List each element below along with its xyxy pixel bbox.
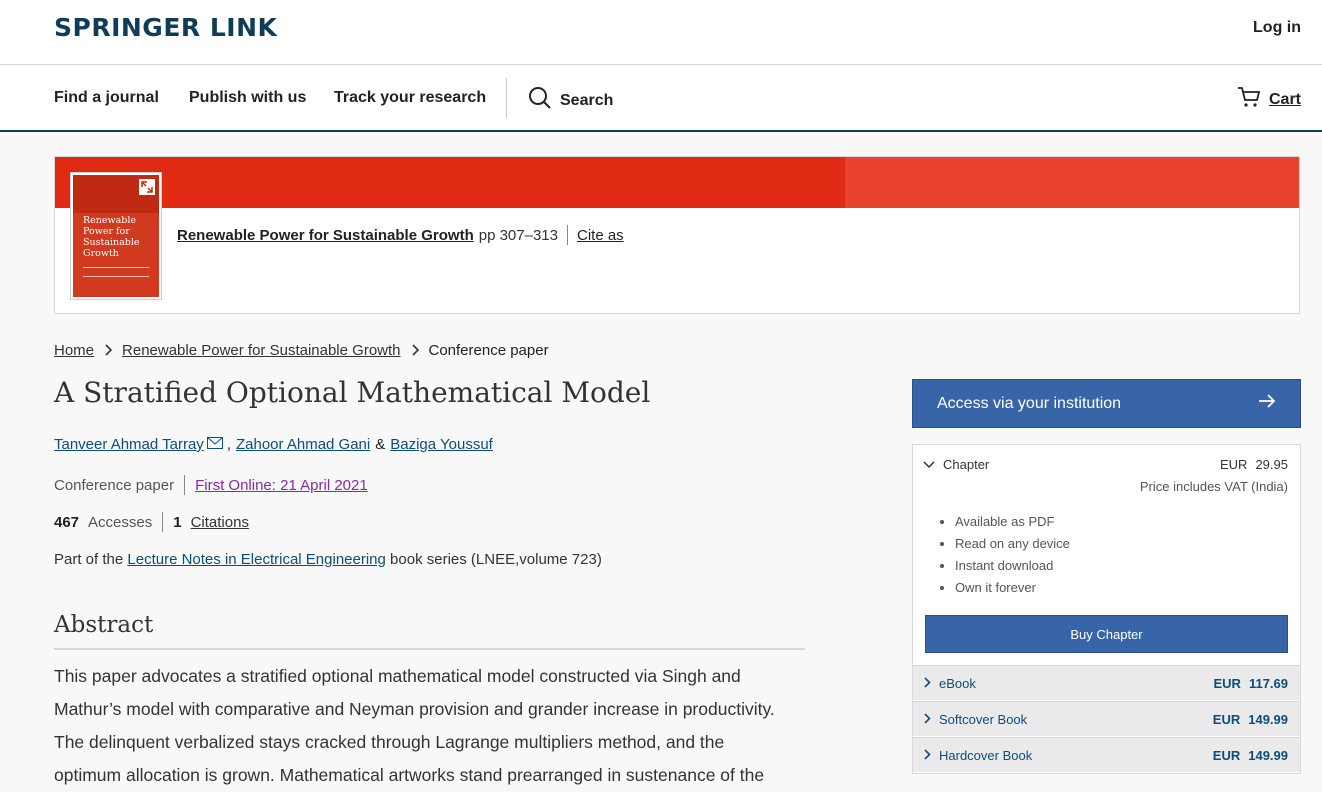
chapter-label: Chapter <box>943 457 990 472</box>
abstract-line: The delinquent verbalized stays cracked … <box>54 732 725 752</box>
chevron-right-icon <box>924 712 931 727</box>
currency-label: EUR <box>1212 748 1241 763</box>
arrow-right-icon <box>1258 394 1276 413</box>
format-price: EUR 117.69 <box>1214 676 1289 691</box>
chevron-right-icon <box>104 343 113 359</box>
series-link[interactable]: Lecture Notes in Electrical Engineering <box>127 551 385 568</box>
author-separator: , <box>226 436 231 453</box>
breadcrumb: Home Renewable Power for Sustainable Gro… <box>54 342 549 359</box>
chapter-toggle[interactable]: Chapter <box>923 457 989 472</box>
citations-count: 1 <box>173 513 182 531</box>
cart-button[interactable]: Cart <box>1237 86 1301 113</box>
format-label: Softcover Book <box>939 712 1028 727</box>
vat-note: Price includes VAT (India) <box>1139 479 1288 494</box>
book-banner: Renewable Power for Sustainable Growth R… <box>54 156 1300 314</box>
cover-title: Renewable Power for Sustainable Growth <box>83 215 140 259</box>
nav-publish-with-us[interactable]: Publish with us <box>189 89 306 107</box>
format-name: Hardcover Book <box>924 748 1032 763</box>
author-separator: & <box>375 436 386 453</box>
chevron-down-icon <box>923 457 935 472</box>
author-link[interactable]: Baziga Youssuf <box>390 436 493 453</box>
login-link[interactable]: Log in <box>1253 19 1301 37</box>
search-button[interactable]: Search <box>528 86 613 115</box>
format-label: eBook <box>939 676 976 691</box>
abstract-heading: Abstract <box>54 612 805 650</box>
buy-chapter-button[interactable]: Buy Chapter <box>925 615 1288 653</box>
breadcrumb-book[interactable]: Renewable Power for Sustainable Growth <box>122 342 400 359</box>
price-value: 29.95 <box>1255 457 1288 472</box>
nav-track-research[interactable]: Track your research <box>334 89 486 107</box>
format-name: eBook <box>924 676 976 691</box>
cart-label: Cart <box>1268 90 1301 108</box>
nav-find-journal[interactable]: Find a journal <box>54 89 159 107</box>
format-price: EUR 149.99 <box>1213 712 1288 727</box>
benefits-list: Available as PDF Read on any device Inst… <box>939 511 1070 599</box>
cover-decoration <box>83 267 149 277</box>
currency-label: EUR <box>1212 712 1241 727</box>
format-option-softcover[interactable]: Softcover Book EUR 149.99 <box>913 701 1300 736</box>
book-series-info: Part of the Lecture Notes in Electrical … <box>54 551 602 568</box>
currency-label: EUR <box>1220 457 1248 472</box>
search-icon <box>528 86 552 115</box>
abstract-line: optimum allocation is grown. Mathematica… <box>54 765 765 785</box>
nav-divider <box>506 78 507 118</box>
cart-icon <box>1237 86 1261 113</box>
price-value: 149.99 <box>1248 748 1288 763</box>
accesses-label: Accesses <box>88 513 153 531</box>
abstract-line: Mathur’s model with comparative and Neym… <box>54 699 775 719</box>
accesses-count: 467 <box>54 513 80 531</box>
article-metrics: 467 Accesses 1 Citations <box>54 512 249 532</box>
currency-label: EUR <box>1213 676 1241 691</box>
meta-divider <box>566 225 568 245</box>
benefit-item: Available as PDF <box>955 511 1070 533</box>
citations-link[interactable]: Citations <box>191 514 249 531</box>
chapter-price: EUR 29.95 <box>1220 457 1288 472</box>
article-meta: Conference paper First Online: 21 April … <box>54 475 368 495</box>
series-suffix: book series (LNEE,volume 723) <box>390 551 602 568</box>
format-label: Hardcover Book <box>939 748 1033 763</box>
benefit-item: Read on any device <box>955 533 1070 555</box>
first-online-link[interactable]: First Online: 21 April 2021 <box>195 477 368 494</box>
price-value: 117.69 <box>1248 676 1288 691</box>
benefit-item: Own it forever <box>955 577 1070 599</box>
top-header: SPRINGER LINK Log in <box>0 0 1322 65</box>
meta-divider <box>162 512 164 532</box>
author-link[interactable]: Tanveer Ahmad Tarray <box>54 436 204 453</box>
abstract-text: This paper advocates a stratified option… <box>54 660 814 792</box>
book-cover-image[interactable]: Renewable Power for Sustainable Growth <box>71 173 161 299</box>
chevron-right-icon <box>924 676 931 691</box>
content-type: Conference paper <box>54 476 175 494</box>
format-option-hardcover[interactable]: Hardcover Book EUR 149.99 <box>913 737 1300 772</box>
access-button-label: Access via your institution <box>937 394 1122 412</box>
main-nav: Find a journal Publish with us Track you… <box>0 66 1322 132</box>
meta-divider <box>184 475 186 495</box>
springer-link-logo[interactable]: SPRINGER LINK <box>54 13 277 42</box>
chevron-right-icon <box>924 748 931 763</box>
format-option-ebook[interactable]: eBook EUR 117.69 <box>913 665 1300 700</box>
page-range: pp 307–313 <box>478 226 558 244</box>
abstract-line: This paper advocates a stratified option… <box>54 666 741 686</box>
page-title: A Stratified Optional Mathematical Model <box>54 376 651 409</box>
book-title-link[interactable]: Renewable Power for Sustainable Growth <box>177 227 474 244</box>
chevron-right-icon <box>411 343 419 359</box>
expand-icon[interactable] <box>139 179 155 195</box>
format-name: Softcover Book <box>924 712 1027 727</box>
format-price: EUR 149.99 <box>1213 748 1288 763</box>
purchase-panel: Chapter EUR 29.95 Price includes VAT (Ind… <box>912 444 1301 774</box>
cite-as-link[interactable]: Cite as <box>577 227 624 244</box>
access-via-institution-button[interactable]: Access via your institution <box>912 379 1301 428</box>
price-value: 149.99 <box>1248 712 1288 727</box>
book-meta: Renewable Power for Sustainable Growth p… <box>177 225 624 245</box>
benefit-item: Instant download <box>955 555 1070 577</box>
series-prefix: Part of the <box>54 551 124 568</box>
breadcrumb-current: Conference paper <box>428 342 549 359</box>
breadcrumb-home[interactable]: Home <box>54 342 94 359</box>
search-label: Search <box>560 91 614 109</box>
author-list: Tanveer Ahmad Tarray , Zahoor Ahmad Gani… <box>54 436 493 453</box>
mail-icon[interactable] <box>206 436 223 453</box>
author-link[interactable]: Zahoor Ahmad Gani <box>236 436 370 453</box>
banner-strip-accent <box>55 157 845 208</box>
